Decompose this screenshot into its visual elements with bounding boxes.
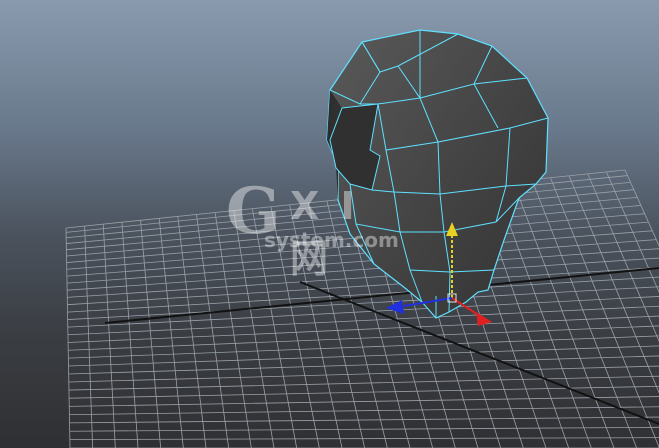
grid-line: [68, 365, 659, 383]
grid-line: [68, 325, 659, 351]
grid-line: [69, 406, 659, 416]
grid-line: [68, 355, 659, 375]
grid-line: [68, 345, 659, 367]
grid-line: [69, 437, 659, 440]
grid-line: [69, 426, 659, 432]
grid-line: [69, 396, 659, 407]
grid-line: [67, 267, 659, 306]
grid-line: [624, 169, 659, 247]
grid-line: [67, 286, 659, 320]
grid-line: [67, 296, 659, 328]
viewport-scene: [65, 29, 659, 448]
head-mesh[interactable]: [326, 29, 549, 319]
3d-viewport[interactable]: G X I 网 system.com: [0, 0, 659, 448]
